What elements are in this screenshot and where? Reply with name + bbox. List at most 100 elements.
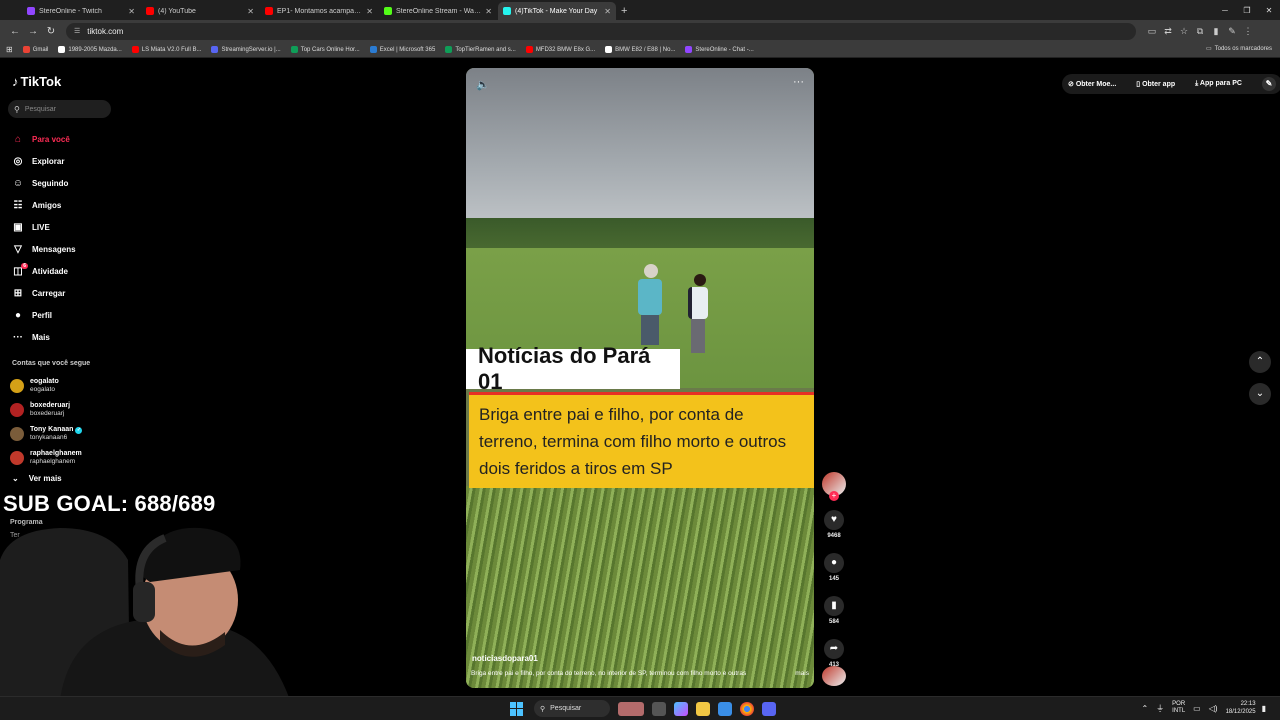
new-tab-button[interactable]: + <box>621 2 627 20</box>
share-action[interactable]: ➦ 413 <box>822 639 846 668</box>
sidebar-item-live[interactable]: ▣ LIVE <box>12 216 76 238</box>
sidebar-item-label: Atividade <box>32 266 69 276</box>
save-action[interactable]: ▮ 584 <box>822 596 846 625</box>
followed-account[interactable]: boxederuarj boxederuarj <box>10 398 82 422</box>
creator-avatar[interactable]: + <box>822 472 846 501</box>
tab-close-icon[interactable]: ✕ <box>366 7 373 16</box>
all-bookmarks[interactable]: ▭ Todos os marcadores <box>1206 45 1272 53</box>
minimize-icon[interactable]: ─ <box>1214 6 1236 15</box>
next-video-button[interactable]: ⌄ <box>1249 383 1271 405</box>
translate-icon[interactable]: ⇄ <box>1160 26 1176 37</box>
taskbar-search[interactable]: ⚲ Pesquisar <box>534 700 610 717</box>
follow-plus-icon[interactable]: + <box>829 491 839 501</box>
avatar <box>10 403 24 417</box>
tab-close-icon[interactable]: ✕ <box>485 7 492 16</box>
cast-icon[interactable]: ▭ <box>1144 26 1160 37</box>
menu-kebab-icon[interactable]: ⋮ <box>1240 26 1256 37</box>
bookmark-item[interactable]: Top Cars Online Hor... <box>290 46 360 53</box>
music-disc-icon[interactable] <box>822 666 846 686</box>
url-input[interactable]: ☰ tiktok.com <box>66 22 1136 40</box>
tray-chevron-icon[interactable]: ⌃ <box>1141 704 1148 713</box>
copilot-icon[interactable] <box>674 701 688 716</box>
bookmark-item[interactable]: 1989-2005 Mazda... <box>58 46 122 53</box>
like-action[interactable]: ♥ 9468 <box>822 510 846 539</box>
account-name-text: eogalato <box>30 378 59 385</box>
get-app-button[interactable]: ▯ Obter app <box>1136 80 1185 88</box>
reload-icon[interactable]: ↻ <box>42 26 60 37</box>
task-view-icon[interactable] <box>652 701 666 716</box>
more-options-icon[interactable]: ··· <box>793 76 804 88</box>
bookmark-item[interactable]: MFD32 BMW E8x G... <box>525 46 595 53</box>
home-icon: ⌂ <box>14 133 22 145</box>
input-language[interactable]: POR INTL <box>1172 701 1185 715</box>
bookmark-star-icon[interactable]: ☆ <box>1176 26 1192 37</box>
sidebar-item-para-você[interactable]: ⌂ Para você <box>12 128 76 150</box>
browser-tab[interactable]: StereOnline - Twitch ✕ <box>22 2 140 20</box>
back-icon[interactable]: ← <box>6 26 24 37</box>
tab-close-icon[interactable]: ✕ <box>247 7 254 16</box>
sidebar-item-explorar[interactable]: ◎ Explorar <box>12 150 76 172</box>
profile-avatar-icon[interactable]: ✎ <box>1261 77 1276 91</box>
tab-close-icon[interactable]: ✕ <box>128 7 135 16</box>
followed-account[interactable]: eogalato eogalato <box>10 374 82 398</box>
browser-tab[interactable]: EP1- Montamos acampamento...✕ <box>260 2 378 20</box>
profile-icon: ● <box>14 309 22 321</box>
maximize-icon[interactable]: ❐ <box>1236 6 1258 15</box>
caption-more-link[interactable]: mais <box>795 670 809 677</box>
get-effects-button[interactable]: ⊘ Obter Moe... <box>1068 80 1126 88</box>
discord-icon[interactable] <box>762 701 776 716</box>
store-icon[interactable] <box>718 701 732 716</box>
site-info-icon[interactable]: ☰ <box>74 27 80 35</box>
forward-icon[interactable]: → <box>24 26 42 37</box>
search-placeholder: Pesquisar <box>24 105 56 113</box>
tab-title: StereOnline Stream - Watch Li... <box>396 7 483 15</box>
widgets-icon[interactable] <box>618 701 644 716</box>
chrome-icon[interactable] <box>740 701 754 716</box>
comment-action[interactable]: ● 145 <box>822 553 846 582</box>
pc-app-button[interactable]: ⤓ App para PC <box>1195 80 1252 88</box>
microphone-icon[interactable]: ⏚ <box>1156 703 1164 714</box>
bookmark-item[interactable]: Excel | Microsoft 365 <box>369 46 435 53</box>
profile-pen-icon[interactable]: ✎ <box>1224 26 1240 37</box>
tab-close-icon[interactable]: ✕ <box>604 7 611 16</box>
file-explorer-icon[interactable] <box>696 701 710 716</box>
sidebar-item-mensagens[interactable]: ▽ Mensagens <box>12 238 75 260</box>
network-icon[interactable]: ▭ <box>1193 704 1201 713</box>
browser-tab[interactable]: (4)TikTok - Make Your Day ✕ <box>498 2 616 20</box>
search-input[interactable]: ⚲ Pesquisar <box>8 100 111 118</box>
sidebar-item-amigos[interactable]: ☷ Amigos <box>12 194 76 216</box>
volume-icon[interactable]: ◁) <box>1209 704 1218 713</box>
video-player[interactable]: Notícias do Pará 01 Briga entre pai e fi… <box>466 68 814 688</box>
clock[interactable]: 22:13 18/12/2025 <box>1226 700 1256 716</box>
bookmark-item[interactable]: StreamingServer.io |... <box>211 46 281 53</box>
tiktok-logo[interactable]: ♪ TikTok <box>12 74 61 89</box>
followed-account[interactable]: Tony Kanaan ✓ tonykanaan6 <box>10 422 83 446</box>
extensions-icon[interactable]: ⧉ <box>1192 26 1208 37</box>
sidepanel-icon[interactable]: ▮ <box>1208 26 1224 37</box>
browser-tab[interactable]: StereOnline Stream - Watch Li...✕ <box>379 2 497 20</box>
tab-title: StereOnline - Twitch <box>39 7 102 15</box>
bookmark-item[interactable]: BMW E82 / E88 | No... <box>605 46 675 53</box>
windows-start-icon[interactable] <box>510 701 524 716</box>
sidebar-item-seguindo[interactable]: ☺ Seguindo <box>12 172 76 194</box>
share-icon: ➦ <box>824 639 844 659</box>
sidebar-item-atividade[interactable]: ◫ 6 Atividade <box>12 260 76 282</box>
followed-account[interactable]: raphaelghanem raphaelghanem <box>10 446 82 470</box>
notifications-icon[interactable]: ▮ <box>1262 704 1266 713</box>
bookmark-item[interactable]: LS Miata V2.0 Full B... <box>131 46 201 53</box>
browser-tab[interactable]: (4) YouTube ✕ <box>141 2 259 20</box>
video-username[interactable]: noticiasdopara01 <box>472 654 538 663</box>
mute-icon[interactable]: 🔈 <box>476 78 490 91</box>
see-more-button[interactable]: ⌄ Ver mais <box>12 474 62 483</box>
sidebar-item-mais[interactable]: ··· Mais <box>12 326 76 348</box>
bookmark-favicon-icon <box>211 46 219 53</box>
bookmark-item[interactable]: TopTierRamen and s... <box>445 46 516 53</box>
close-window-icon[interactable]: ✕ <box>1258 6 1280 15</box>
account-name: raphaelghanem <box>30 450 82 458</box>
sidebar-item-carregar[interactable]: ⊞ Carregar <box>12 282 76 304</box>
apps-grid-icon[interactable]: ⊞ <box>6 45 13 54</box>
sidebar-item-perfil[interactable]: ● Perfil <box>12 304 76 326</box>
bookmark-item[interactable]: StereOnline - Chat -... <box>685 46 754 53</box>
bookmark-item[interactable]: Gmail <box>22 46 48 53</box>
previous-video-button[interactable]: ⌃ <box>1249 351 1271 373</box>
